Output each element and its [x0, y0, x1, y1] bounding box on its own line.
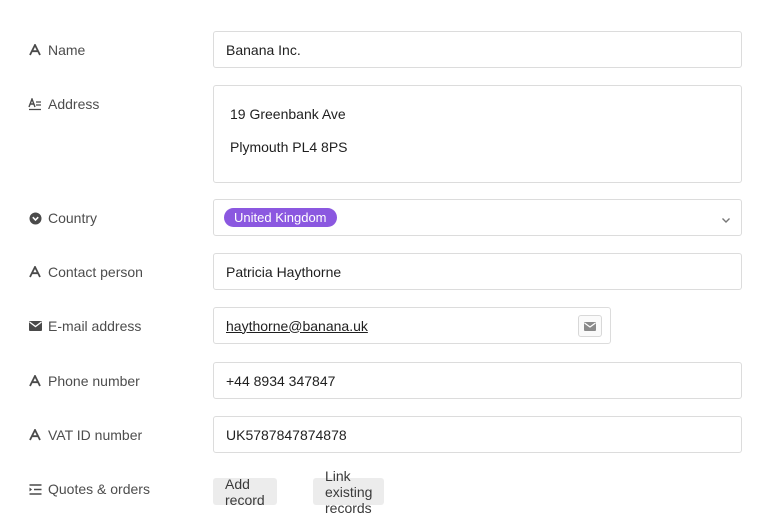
address-textarea[interactable]: 19 Greenbank Ave Plymouth PL4 8PS: [213, 85, 742, 183]
link-existing-records-button[interactable]: Link existing records: [313, 468, 385, 516]
envelope-icon: [584, 321, 596, 331]
address-line-2: Plymouth PL4 8PS: [230, 139, 348, 155]
country-label: Country: [28, 208, 97, 228]
vat-input[interactable]: UK5787847874878: [213, 416, 742, 453]
contact-input[interactable]: Patricia Haythorne: [213, 253, 742, 290]
contact-label: Contact person: [28, 262, 143, 282]
send-mail-button[interactable]: [578, 315, 602, 337]
add-record-button[interactable]: Add record: [213, 476, 277, 508]
chevron-down-icon[interactable]: [721, 212, 731, 228]
country-tag: United Kingdom: [224, 208, 337, 227]
address-label: Address: [28, 94, 99, 114]
text-a-icon: [28, 374, 42, 388]
email-input[interactable]: haythorne@banana.uk: [213, 307, 611, 344]
text-a-icon: [28, 43, 42, 57]
email-link[interactable]: haythorne@banana.uk: [226, 318, 368, 334]
email-label: E-mail address: [28, 316, 141, 336]
name-input[interactable]: Banana Inc.: [213, 31, 742, 68]
vat-label: VAT ID number: [28, 425, 142, 445]
envelope-icon: [28, 319, 42, 333]
quotes-label: Quotes & orders: [28, 479, 150, 499]
select-chevron-icon: [28, 211, 42, 225]
address-line-1: 19 Greenbank Ave: [230, 106, 346, 122]
text-a-icon: [28, 428, 42, 442]
long-text-icon: [28, 97, 42, 111]
linked-records-icon: [28, 482, 42, 496]
phone-label: Phone number: [28, 371, 140, 391]
phone-input[interactable]: +44 8934 347847: [213, 362, 742, 399]
country-select[interactable]: United Kingdom: [213, 199, 742, 236]
text-a-icon: [28, 265, 42, 279]
name-label: Name: [28, 40, 85, 60]
